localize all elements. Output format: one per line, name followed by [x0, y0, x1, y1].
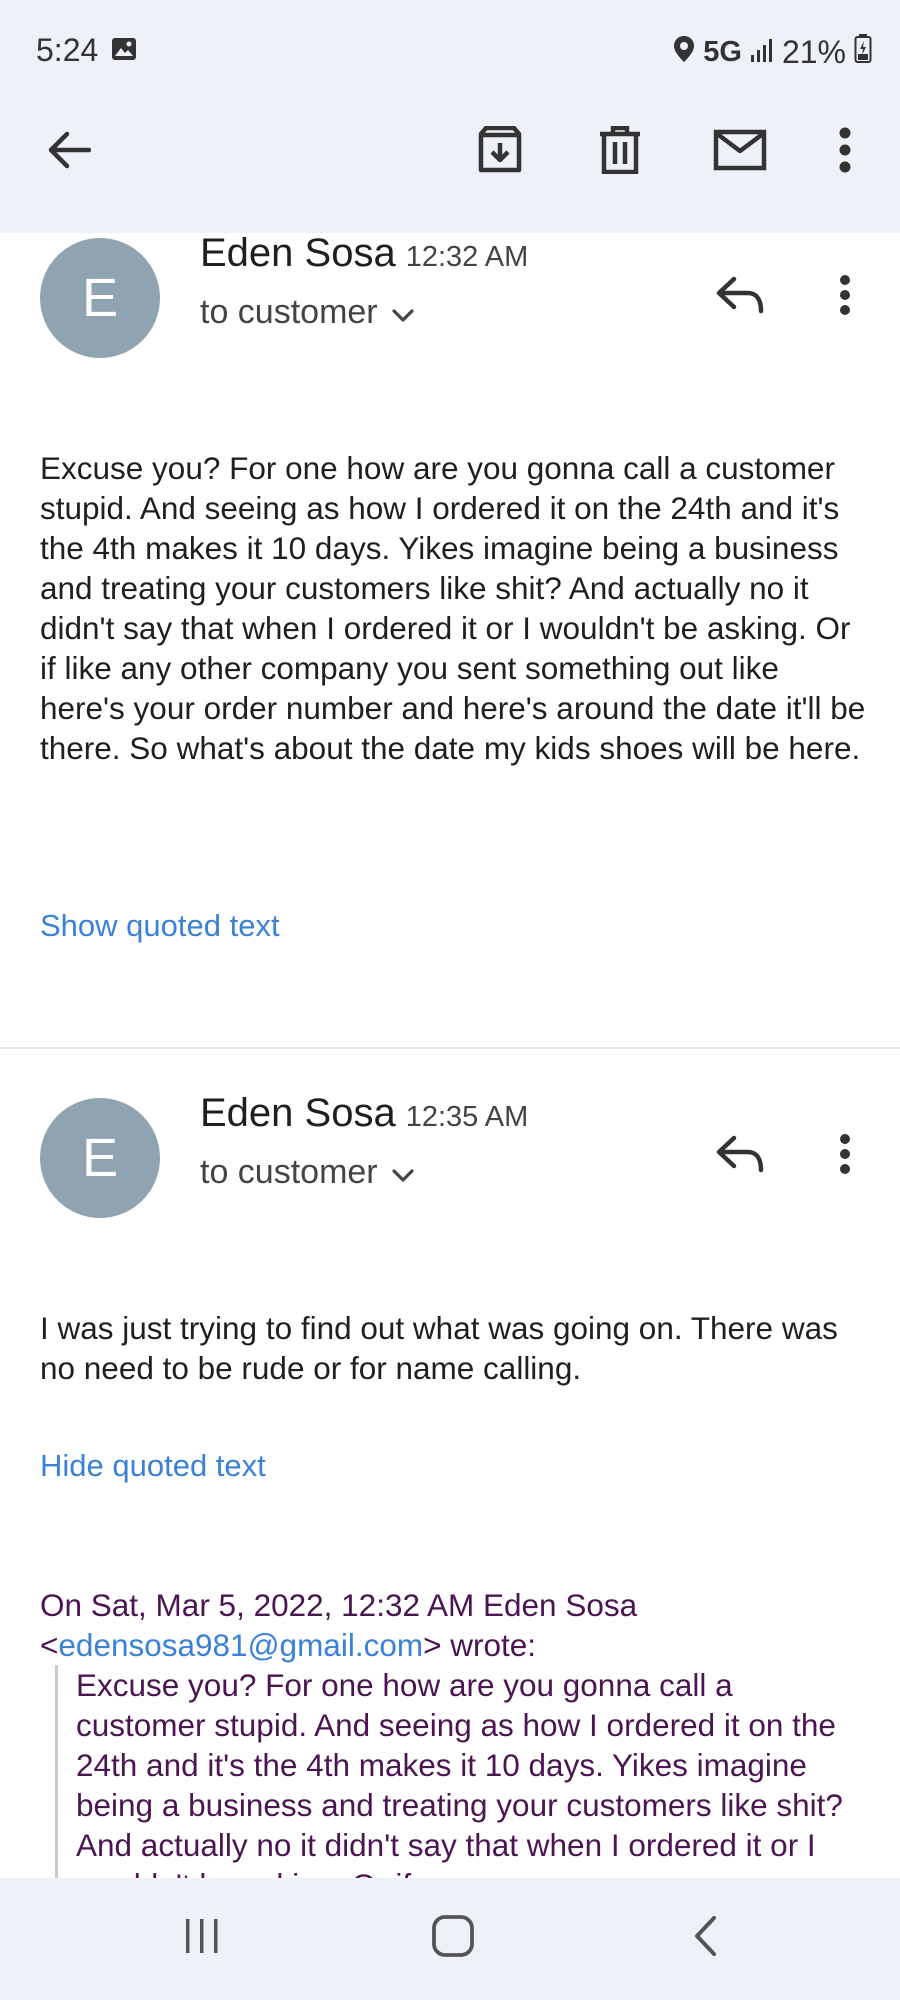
- home-button[interactable]: [418, 1908, 488, 1968]
- hide-quoted-text-link[interactable]: Hide quoted text: [40, 1448, 266, 1484]
- archive-icon: [476, 125, 524, 179]
- recent-apps-icon: [182, 1917, 222, 1960]
- mark-unread-button[interactable]: [705, 117, 775, 187]
- sender-line: Eden Sosa 12:32 AM: [200, 233, 528, 276]
- message-more-button[interactable]: [820, 1126, 870, 1186]
- reply-button[interactable]: [710, 267, 770, 327]
- archive-button[interactable]: [465, 117, 535, 187]
- signal-icon: [750, 34, 774, 71]
- status-indicators: 5G 21%: [673, 32, 872, 72]
- network-type: 5G: [703, 35, 742, 68]
- sender-line: Eden Sosa 12:35 AM: [200, 1091, 528, 1136]
- show-quoted-text-link[interactable]: Show quoted text: [40, 908, 280, 944]
- quoted-header-text: On Sat, Mar 5, 2022, 12:32 AM Eden Sosa: [40, 1587, 638, 1623]
- quoted-body: Excuse you? For one how are you gonna ca…: [55, 1665, 870, 1878]
- more-vert-icon: [838, 127, 852, 178]
- quoted-wrote-text: wrote:: [450, 1627, 537, 1663]
- recipient-label: to customer: [200, 1153, 378, 1191]
- recent-apps-button[interactable]: [167, 1908, 237, 1968]
- more-vert-icon: [839, 1133, 851, 1179]
- system-nav-bar: [0, 1878, 900, 2000]
- reply-icon: [716, 1135, 764, 1178]
- email-thread[interactable]: E Eden Sosa 12:32 AM to customer Excuse y…: [0, 233, 900, 1878]
- message-body: I was just trying to find out what was g…: [40, 1310, 838, 1386]
- avatar[interactable]: E: [40, 238, 160, 358]
- recipient-label: to customer: [200, 293, 378, 331]
- delete-button[interactable]: [585, 117, 655, 187]
- battery-icon: [854, 33, 872, 71]
- sender-name[interactable]: Eden Sosa: [200, 1091, 396, 1135]
- status-bar: 5:24 5G 21%: [0, 0, 900, 100]
- quoted-header: On Sat, Mar 5, 2022, 12:32 AM Eden Sosa <…: [40, 1587, 638, 1663]
- reply-button[interactable]: [710, 1126, 770, 1186]
- reply-icon: [716, 276, 764, 319]
- recipient-toggle[interactable]: to customer: [200, 1153, 414, 1192]
- battery-percent: 21%: [781, 33, 846, 70]
- nav-back-button[interactable]: [670, 1908, 740, 1968]
- toolbar: [0, 100, 900, 233]
- more-options-button[interactable]: [810, 117, 880, 187]
- back-arrow-icon: [47, 130, 92, 175]
- message-time: 12:35 AM: [405, 1101, 529, 1133]
- message-body: Excuse you? For one how are you gonna ca…: [40, 450, 866, 766]
- more-vert-icon: [839, 274, 851, 320]
- home-icon: [431, 1914, 475, 1963]
- chevron-left-icon: [691, 1915, 719, 1962]
- message-time: 12:32 AM: [405, 241, 529, 273]
- mail-unread-icon: [713, 129, 767, 176]
- image-icon: [111, 37, 137, 61]
- quoted-email-link[interactable]: edensosa981@gmail.com: [58, 1627, 423, 1663]
- chevron-down-icon: [392, 293, 414, 332]
- back-button[interactable]: [34, 117, 104, 187]
- recipient-toggle[interactable]: to customer: [200, 293, 414, 332]
- message-more-button[interactable]: [820, 267, 870, 327]
- avatar[interactable]: E: [40, 1098, 160, 1218]
- message-divider: [0, 1047, 900, 1049]
- location-icon: [673, 34, 695, 71]
- chevron-down-icon: [392, 1153, 414, 1192]
- trash-icon: [598, 125, 642, 179]
- sender-name[interactable]: Eden Sosa: [200, 233, 396, 275]
- status-time: 5:24: [36, 32, 99, 68]
